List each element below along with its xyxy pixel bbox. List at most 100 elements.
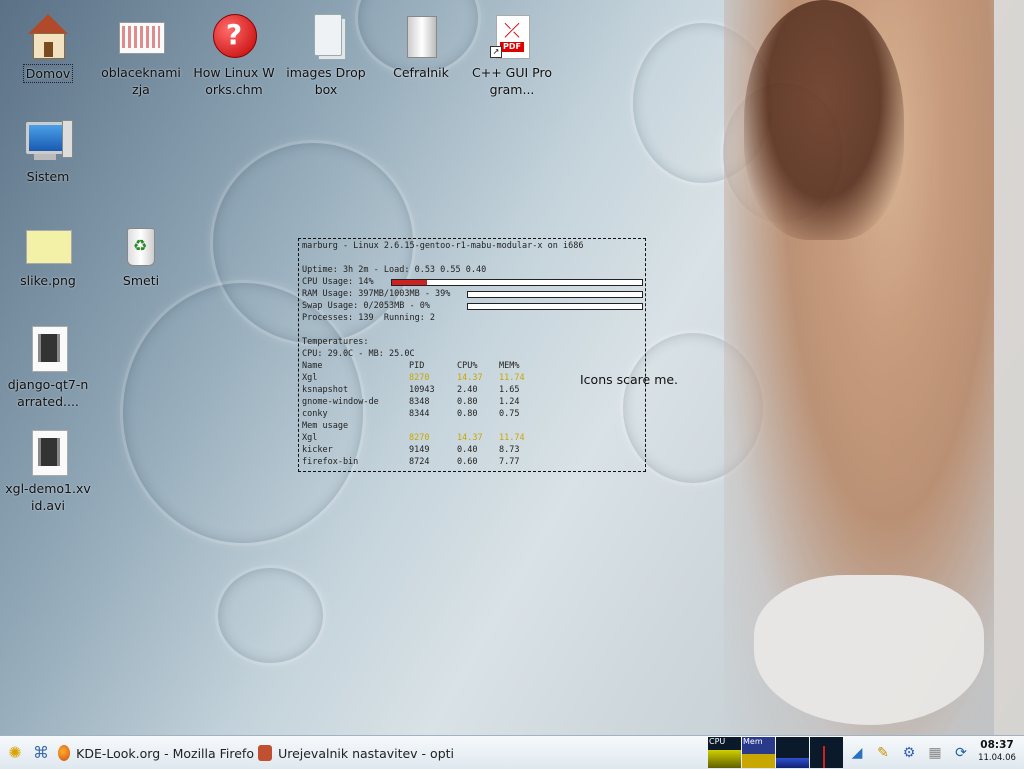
desktop-icon-label: Cefralnik xyxy=(393,65,449,80)
image-file-icon xyxy=(24,220,72,268)
desktop-icon-sistem[interactable]: Sistem xyxy=(5,116,91,185)
process-cpu: 0.60 xyxy=(457,457,478,467)
task-firefox[interactable]: KDE-Look.org - Mozilla Firefo xyxy=(58,740,254,766)
desktop-icon-label: xgl-demo1.xvid.avi xyxy=(5,481,91,513)
cpu-graph[interactable]: CPU xyxy=(708,737,741,768)
process-mem: 1.65 xyxy=(499,385,520,395)
process-name: ksnapshot xyxy=(302,385,349,395)
monitor-uptime: Uptime: 3h 2m - Load: 0.53 0.55 0.40 xyxy=(302,265,487,275)
archive-icon xyxy=(397,12,445,60)
desktop-icon-label: Smeti xyxy=(122,273,160,288)
ram-usage-bar xyxy=(467,291,643,298)
process-cpu: 14.37 xyxy=(457,433,483,443)
keyboard-icon[interactable]: ▦ xyxy=(924,742,946,764)
process-pid: 8270 xyxy=(409,433,430,443)
desktop-icon-label: oblaceknamizja xyxy=(101,65,181,97)
process-name: conky xyxy=(302,409,328,419)
wallpaper-wall xyxy=(994,0,1024,735)
process-mem: 11.74 xyxy=(499,433,525,443)
task-settings-editor[interactable]: Urejevalnik nastavitev - opti xyxy=(258,740,454,766)
process-pid: 10943 xyxy=(409,385,435,395)
monitor-temperatures-title: Temperatures: xyxy=(302,337,369,347)
desktop-icon-cefralnik[interactable]: Cefralnik xyxy=(378,12,464,81)
system-tray: ◢ ✎ ⚙ ▦ ⟳ xyxy=(846,740,976,766)
settings-editor-icon xyxy=(258,745,273,761)
process-pid: 8270 xyxy=(409,373,430,383)
memory-graph[interactable]: Mem xyxy=(742,737,775,768)
wallpaper-cloth xyxy=(754,575,984,725)
monitor-ram-usage: RAM Usage: 397MB/1003MB - 39% xyxy=(302,289,451,299)
process-mem: 0.75 xyxy=(499,409,520,419)
process-name: gnome-window-de xyxy=(302,397,379,407)
table-header-pid: PID xyxy=(409,361,425,371)
desktop-icon-label: images Dropbox xyxy=(286,65,366,97)
system-monitor-panel: marburg - Linux 2.6.15-gentoo-r1-mabu-mo… xyxy=(298,238,646,472)
process-cpu: 2.40 xyxy=(457,385,478,395)
spreadsheet-icon xyxy=(117,12,165,60)
desktop-icon-label: How Linux Works.chm xyxy=(193,65,275,97)
process-mem: 1.24 xyxy=(499,397,520,407)
cpu-usage-bar xyxy=(391,279,643,286)
monitor-processes: Processes: 139 Running: 2 xyxy=(302,313,436,323)
graph-label: CPU xyxy=(709,737,726,746)
process-cpu: 0.80 xyxy=(457,409,478,419)
video-file-icon xyxy=(24,324,72,372)
desktop-icon-smeti[interactable]: ♻ Smeti xyxy=(98,220,184,289)
desktop-icon-slike-png[interactable]: slike.png xyxy=(5,220,91,289)
desktop-icon-label: slike.png xyxy=(20,273,76,288)
klipper-icon[interactable]: ✎ xyxy=(872,742,894,764)
desktop-icon-xgl-demo[interactable]: xgl-demo1.xvid.avi xyxy=(5,428,91,514)
wallpaper-hair xyxy=(744,0,904,240)
home-icon xyxy=(24,12,72,60)
background-ripple xyxy=(215,565,326,666)
network-icon[interactable]: ⌘ xyxy=(30,742,52,764)
network-graph[interactable] xyxy=(776,737,809,768)
process-pid: 8348 xyxy=(409,397,430,407)
desktop-icon-label: django-qt7-narrated.... xyxy=(7,377,89,409)
graph-label: Mem xyxy=(743,737,763,746)
desktop-caption: Icons scare me. xyxy=(580,372,679,387)
kmenu-icon[interactable]: ✺ xyxy=(4,742,26,764)
desktop-icon-images-dropbox[interactable]: images Dropbox xyxy=(283,12,369,98)
process-name: Xgl xyxy=(302,433,318,443)
wallpaper-figure xyxy=(724,0,1024,735)
taskbar-launchers: ✺ ⌘ xyxy=(0,736,52,769)
clock[interactable]: 08:37 11.04.06 xyxy=(976,738,1018,764)
pdf-icon: ⤫ PDF ↗ xyxy=(488,12,536,60)
monitor-header: marburg - Linux 2.6.15-gentoo-r1-mabu-mo… xyxy=(302,241,584,251)
desktop-icon-cpp-gui-pdf[interactable]: ⤫ PDF ↗ C++ GUI Program... xyxy=(469,12,555,98)
trash-icon: ♻ xyxy=(117,220,165,268)
monitor-mem-title: Mem usage xyxy=(302,421,349,431)
video-file-icon xyxy=(24,428,72,476)
desktop-icon-home[interactable]: Domov xyxy=(5,12,91,83)
process-name: firefox-bin xyxy=(302,457,359,467)
desktop-icon-django-video[interactable]: django-qt7-narrated.... xyxy=(5,324,91,410)
process-cpu: 14.37 xyxy=(457,373,483,383)
clock-date: 11.04.06 xyxy=(978,753,1016,763)
clock-time: 08:37 xyxy=(980,739,1014,751)
help-document-icon: ? xyxy=(210,12,258,60)
network-manager-icon[interactable]: ⚙ xyxy=(898,742,920,764)
task-label: KDE-Look.org - Mozilla Firefo xyxy=(76,745,254,761)
monitor-temperatures: CPU: 29.0C - MB: 25.0C xyxy=(302,349,415,359)
arrow-icon[interactable]: ◢ xyxy=(846,742,868,764)
process-mem: 11.74 xyxy=(499,373,525,383)
desktop-icon-how-linux-works[interactable]: ? How Linux Works.chm xyxy=(191,12,277,98)
process-pid: 9149 xyxy=(409,445,430,455)
process-cpu: 0.80 xyxy=(457,397,478,407)
computer-icon xyxy=(24,116,73,164)
process-cpu: 0.40 xyxy=(457,445,478,455)
process-pid: 8724 xyxy=(409,457,430,467)
disk-graph[interactable] xyxy=(810,737,843,768)
table-header-cpu: CPU% xyxy=(457,361,478,371)
document-icon xyxy=(302,12,350,60)
process-name: kicker xyxy=(302,445,333,455)
process-mem: 8.73 xyxy=(499,445,520,455)
table-header-mem: MEM% xyxy=(499,361,520,371)
desktop-icon-oblaceknamizja[interactable]: oblaceknamizja xyxy=(98,12,184,98)
process-name: Xgl xyxy=(302,373,318,383)
desktop-icon-label: C++ GUI Program... xyxy=(472,65,552,97)
swap-usage-bar xyxy=(467,303,643,310)
update-icon[interactable]: ⟳ xyxy=(950,742,972,764)
firefox-icon xyxy=(58,745,71,761)
